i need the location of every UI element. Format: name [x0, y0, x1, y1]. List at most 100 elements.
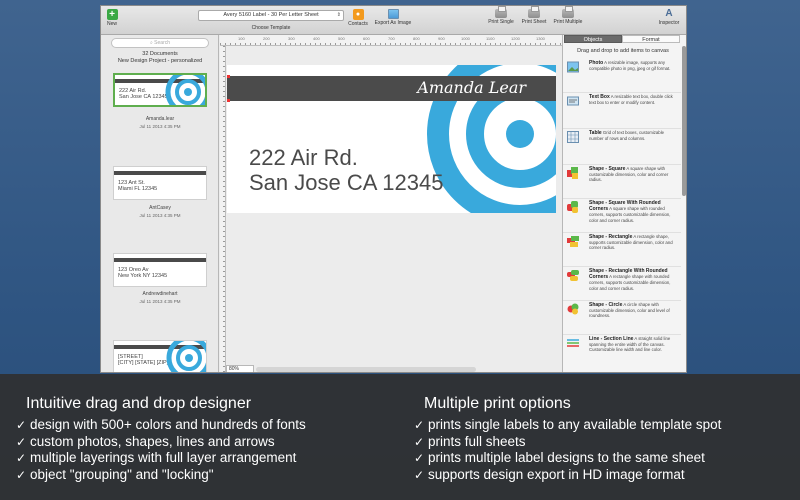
document-count: 32 Documents [142, 51, 178, 57]
address-line-1: 222 Air Rd. [249, 145, 358, 170]
contacts-button[interactable]: ● Contacts [347, 8, 369, 27]
thumb-address: 123 Ant St. Miami FL 12345 [118, 180, 158, 192]
template-caption: Choose Template [251, 25, 291, 31]
thumb-address: 222 Air Rd. San Jose CA 12345 [119, 88, 168, 100]
selection-handle[interactable] [227, 75, 230, 78]
object-photo[interactable]: Photo A resizable image, supports any co… [563, 59, 681, 93]
feature-overlay: Intuitive drag and drop designer ✓ design… [0, 374, 800, 500]
object-section-line[interactable]: Line - Section Line A straight solid lin… [563, 335, 681, 371]
section-line-icon [567, 339, 579, 347]
thumb-name: Amanda.lear [145, 116, 175, 122]
printer-icon [495, 6, 507, 18]
features-designer: Intuitive drag and drop designer ✓ design… [16, 394, 306, 483]
print-multiple-button[interactable]: Print Multiple [550, 6, 586, 25]
thumb-name-bar [114, 171, 206, 175]
new-button[interactable]: + New [105, 8, 119, 27]
document-sidebar: ⌕ Search 32 Documents New Design Project… [101, 35, 219, 372]
object-shape-rounded-rectangle[interactable]: Shape - Rectangle With Rounded Corners A… [563, 267, 681, 301]
tab-objects[interactable]: Objects [564, 35, 622, 43]
zoom-field[interactable]: 80% [226, 365, 254, 372]
check-icon: ✓ [414, 467, 425, 482]
feature-item: ✓ multiple layerings with full layer arra… [16, 450, 297, 465]
thumb-date: Jul 11 2013 4:35 PM [139, 299, 181, 304]
features-print-title: Multiple print options [424, 395, 571, 412]
feature-item: ✓ custom photos, shapes, lines and arrows [16, 433, 275, 449]
inspector-icon: A [665, 8, 673, 19]
new-label: New [106, 21, 117, 27]
inspector-button[interactable]: A Inspector [655, 8, 683, 26]
thumb-date: Jul 11 2013 4:35 PM [139, 213, 181, 218]
object-shape-circle[interactable]: Shape - Circle A circle shape with custo… [563, 301, 681, 335]
vertical-ruler [220, 46, 226, 372]
document-thumb-3[interactable]: 123 Oreo Av New York NY 12345 [113, 253, 207, 287]
horizontal-scrollbar[interactable] [256, 367, 476, 372]
document-thumb-4[interactable]: [STREET] [CITY] [STATE] [ZIP] [113, 340, 207, 372]
thumb-date: Jul 11 2013 4:35 PM [139, 124, 181, 129]
horizontal-ruler: 100 200 300 400 500 600 700 800 900 1000… [220, 35, 562, 46]
contacts-icon: ● [352, 9, 364, 20]
search-icon: ⌕ [149, 40, 153, 46]
panel-scrollbar[interactable] [682, 46, 686, 196]
print-single-label: Print Single [488, 19, 514, 25]
toolbar: + New Avery 5160 Label - 30 Per Letter S… [101, 6, 686, 35]
thumb-name: Andrewdinehart [142, 291, 178, 297]
label-design-canvas[interactable]: Amanda Lear 222 Air Rd. San Jose CA 1234… [227, 65, 556, 213]
document-thumb-1[interactable]: 222 Air Rd. San Jose CA 12345 [113, 73, 207, 107]
features-print: Multiple print options ✓ prints single la… [414, 394, 721, 483]
check-icon: ✓ [414, 418, 425, 432]
printer-icon [562, 6, 574, 18]
photo-icon [567, 61, 579, 73]
thumb-address: [STREET] [CITY] [STATE] [ZIP] [118, 354, 169, 366]
template-select-value: Avery 5160 Label - 30 Per Letter Sheet [223, 12, 319, 18]
app-window: + New Avery 5160 Label - 30 Per Letter S… [100, 5, 687, 373]
check-icon: ✓ [414, 451, 425, 465]
check-icon: ✓ [414, 434, 425, 449]
object-shape-square[interactable]: Shape - Square A square shape with custo… [563, 165, 681, 199]
printer-icon [528, 6, 540, 18]
check-icon: ✓ [16, 418, 27, 432]
feature-item: ✓ prints multiple label designs to the sa… [414, 450, 705, 465]
object-text-box[interactable]: Text Box A resizable text box, double cl… [563, 93, 681, 129]
chevron-updown-icon: ⇕ [336, 12, 341, 18]
feature-item: ✓ object "grouping" and "locking" [16, 466, 214, 482]
contacts-label: Contacts [348, 21, 368, 27]
tab-format[interactable]: Format [622, 35, 680, 43]
canvas-area: 100 200 300 400 500 600 700 800 900 1000… [220, 35, 562, 372]
object-shape-rectangle[interactable]: Shape - Rectangle A rectangle shape, sup… [563, 233, 681, 267]
thumb-name-bar [114, 258, 206, 262]
rings-graphic [166, 341, 206, 372]
thumb-address: 123 Oreo Av New York NY 12345 [118, 267, 168, 279]
shape-rectangle-icon [567, 236, 579, 247]
check-icon: ✓ [16, 467, 27, 482]
search-input[interactable]: ⌕ Search [111, 38, 209, 48]
inspector-label: Inspector [658, 20, 680, 26]
rings-graphic [165, 75, 205, 105]
project-name: New Design Project - personalized [117, 58, 203, 64]
feature-item: ✓ prints single labels to any available t… [414, 417, 722, 432]
object-shape-rounded-square[interactable]: Shape - Square With Rounded Corners A sq… [563, 199, 681, 233]
export-image-button[interactable]: Export As Image [373, 8, 413, 26]
print-multiple-label: Print Multiple [553, 19, 583, 25]
print-sheet-label: Print Sheet [521, 19, 547, 25]
inspector-panel: Objects Format Drag and drop to add item… [562, 35, 686, 372]
document-thumb-2[interactable]: 123 Ant St. Miami FL 12345 [113, 166, 207, 200]
text-box-icon [567, 96, 579, 106]
print-single-button[interactable]: Print Single [485, 6, 517, 25]
print-sheet-button[interactable]: Print Sheet [519, 6, 549, 25]
export-label: Export As Image [374, 20, 412, 26]
shape-square-icon [567, 167, 578, 179]
template-select[interactable]: Avery 5160 Label - 30 Per Letter Sheet ⇕ [198, 10, 344, 21]
features-designer-title: Intuitive drag and drop designer [26, 395, 252, 412]
object-table[interactable]: Table Grid of text boxes, customizable n… [563, 129, 681, 165]
panel-hint: Drag and drop to add items to canvas [577, 48, 669, 54]
feature-item: ✓ prints full sheets [414, 433, 526, 449]
address-text-box[interactable]: 222 Air Rd. San Jose CA 12345 [249, 145, 443, 195]
shape-circle-icon [567, 303, 579, 315]
shape-rounded-square-icon [567, 201, 578, 213]
feature-item: ✓ supports design export in HD image form… [414, 466, 685, 482]
name-text-box[interactable]: Amanda Lear [417, 77, 526, 99]
plus-icon: + [106, 9, 118, 20]
selection-handle[interactable] [227, 99, 230, 102]
panel-tabs: Objects Format [564, 35, 680, 43]
address-line-2: San Jose CA 12345 [249, 170, 444, 195]
